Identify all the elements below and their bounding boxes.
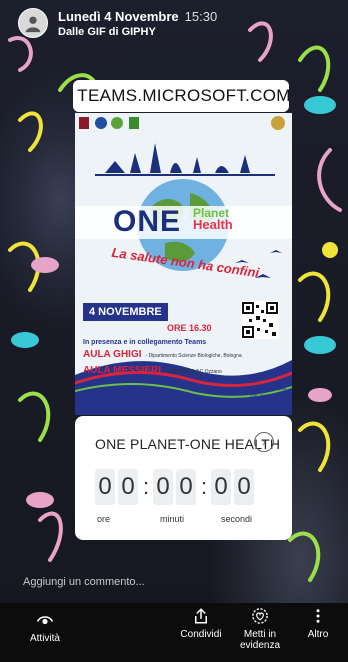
countdown-digit: 0 (234, 469, 254, 505)
poster-presence: In presenza e in collegamento Teams (83, 339, 207, 346)
chevron-right-icon[interactable]: › (254, 432, 274, 452)
poster-aula1: AULA GHIGI - Dipartimento Scienze Biologi… (83, 349, 242, 360)
countdown-digit: 0 (118, 469, 138, 505)
countdown-title: ONE PLANET-ONE HEALTH (95, 436, 281, 452)
share-icon (195, 608, 207, 624)
aula1-note: - Dipartimento Scienze Biologiche, Bolog… (145, 353, 242, 359)
header-text: Lunedì 4 Novembre 15:30 Dalle GIF di GIPH… (58, 9, 217, 38)
profile-icon (25, 16, 41, 33)
link-sticker[interactable]: TEAMS.MICROSOFT.COM (73, 80, 291, 112)
gif-source: Dalle GIF di GIPHY (58, 25, 156, 38)
qr-code (241, 301, 279, 339)
aula1-label: AULA GHIGI (83, 349, 142, 360)
countdown-colon: : (200, 474, 208, 499)
time-label: 15:30 (184, 8, 218, 24)
countdown-digit: 0 (211, 469, 231, 505)
event-poster: ONE Planet Health La salute non ha confin… (75, 113, 292, 415)
highlight-label-line1: Metti in (243, 629, 277, 640)
link-text: TEAMS.MICROSOFT.COM (77, 86, 291, 105)
highlight-label: Metti in evidenza (240, 629, 280, 651)
credit-line: Prof.ssa Ilaria Capua (243, 386, 286, 391)
poster-title: ONE (113, 205, 182, 238)
story-date: Lunedì 4 Novembre 15:30 (58, 9, 217, 24)
day-label: Lunedì 4 Novembre (58, 8, 179, 24)
poster-subtitle: Planet Health (193, 207, 233, 231)
unit-hours: ore (97, 514, 111, 524)
credit-line: Dott. Nicola Bernè (249, 393, 286, 398)
highlight-button[interactable]: Metti in evidenza (236, 603, 284, 651)
avatar[interactable] (18, 8, 48, 38)
aula2-label: AULA MESSIERI (83, 365, 161, 376)
qr-code-icon (242, 302, 278, 338)
bottom-action-bar: Attività Condividi Metti in evidenza Altr… (0, 603, 348, 662)
poster-hour: ORE 16.30 (167, 323, 212, 333)
countdown-colon: : (142, 474, 150, 499)
highlight-label-line2: evidenza (239, 640, 281, 651)
countdown-sticker[interactable]: ONE PLANET-ONE HEALTH › 0 0 : 0 0 : 0 0 … (75, 416, 292, 540)
credit-line: Prof.ssa Alessandra Scagliarini (223, 400, 286, 405)
eye-icon (36, 616, 54, 625)
countdown-digit: 0 (95, 469, 115, 505)
highlight-heart-icon (252, 608, 268, 624)
activity-button[interactable]: Attività (24, 607, 66, 644)
share-button[interactable]: Condividi (176, 603, 226, 640)
story-viewer: Lunedì 4 Novembre 15:30 Dalle GIF di GIPH… (0, 0, 348, 662)
unit-seconds: secondi (221, 514, 253, 524)
countdown-digits: 0 0 : 0 0 : 0 0 (95, 469, 257, 505)
poster-aula2: AULA MESSIERI - ANMVI/SCIVAC Ozzano (83, 365, 222, 376)
countdown-digit: 0 (176, 469, 196, 505)
activity-label: Attività (29, 633, 60, 644)
unit-minutes: minuti (160, 514, 185, 524)
poster-credits: Prof.ssa Ilaria Capua Dott. Nicola Bernè… (224, 385, 286, 406)
more-vertical-icon (316, 609, 320, 623)
share-label: Condividi (180, 629, 222, 640)
poster-health: Health (193, 217, 233, 232)
story-header: Lunedì 4 Novembre 15:30 Dalle GIF di GIPH… (18, 8, 217, 38)
poster-date: 4 NOVEMBRE (83, 303, 168, 321)
countdown-digit: 0 (153, 469, 173, 505)
more-button[interactable]: Altro (302, 603, 334, 640)
more-label: Altro (307, 629, 329, 640)
aula2-note: - ANMVI/SCIVAC Ozzano (164, 369, 222, 375)
comment-input[interactable]: Aggiungi un commento... (23, 576, 145, 588)
